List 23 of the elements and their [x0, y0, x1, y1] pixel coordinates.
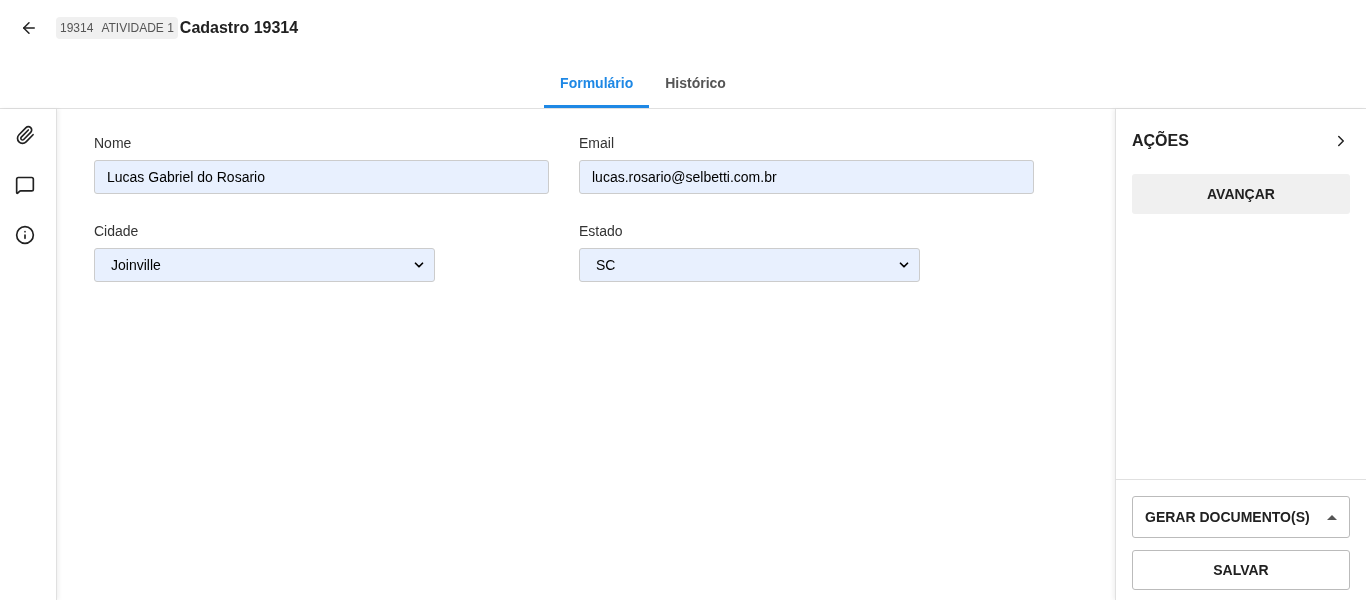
actions-title: AÇÕES	[1132, 130, 1189, 151]
save-button[interactable]: SALVAR	[1132, 550, 1350, 590]
text-field[interactable]: lucas.rosario@selbetti.com.br	[579, 160, 1034, 194]
page-title: Cadastro 19314	[179, 18, 299, 38]
info-icon[interactable]	[15, 225, 35, 245]
back-button[interactable]	[20, 19, 38, 37]
field-label: Cidade	[94, 222, 140, 241]
back-icon	[20, 19, 38, 37]
generate-documents-button[interactable]: GERAR DOCUMENTO(S)	[1132, 496, 1350, 538]
field-label: Estado	[579, 222, 624, 241]
caret-up-icon	[1327, 514, 1337, 520]
id-badge: 19314	[56, 17, 98, 39]
paperclip-icon[interactable]	[15, 125, 35, 145]
select-field[interactable]: SC	[579, 248, 920, 282]
tab[interactable]: Histórico	[649, 61, 742, 108]
tab[interactable]: Formulário	[544, 61, 650, 108]
advance-button[interactable]: AVANÇAR	[1132, 174, 1350, 214]
select-field[interactable]: Joinville	[94, 248, 435, 282]
field-label: Nome	[94, 134, 133, 153]
text-field[interactable]: Lucas Gabriel do Rosario	[94, 160, 549, 194]
activity-badge: ATIVIDADE 1	[97, 17, 178, 39]
comment-icon[interactable]	[15, 175, 35, 195]
field-label: Email	[579, 134, 615, 153]
